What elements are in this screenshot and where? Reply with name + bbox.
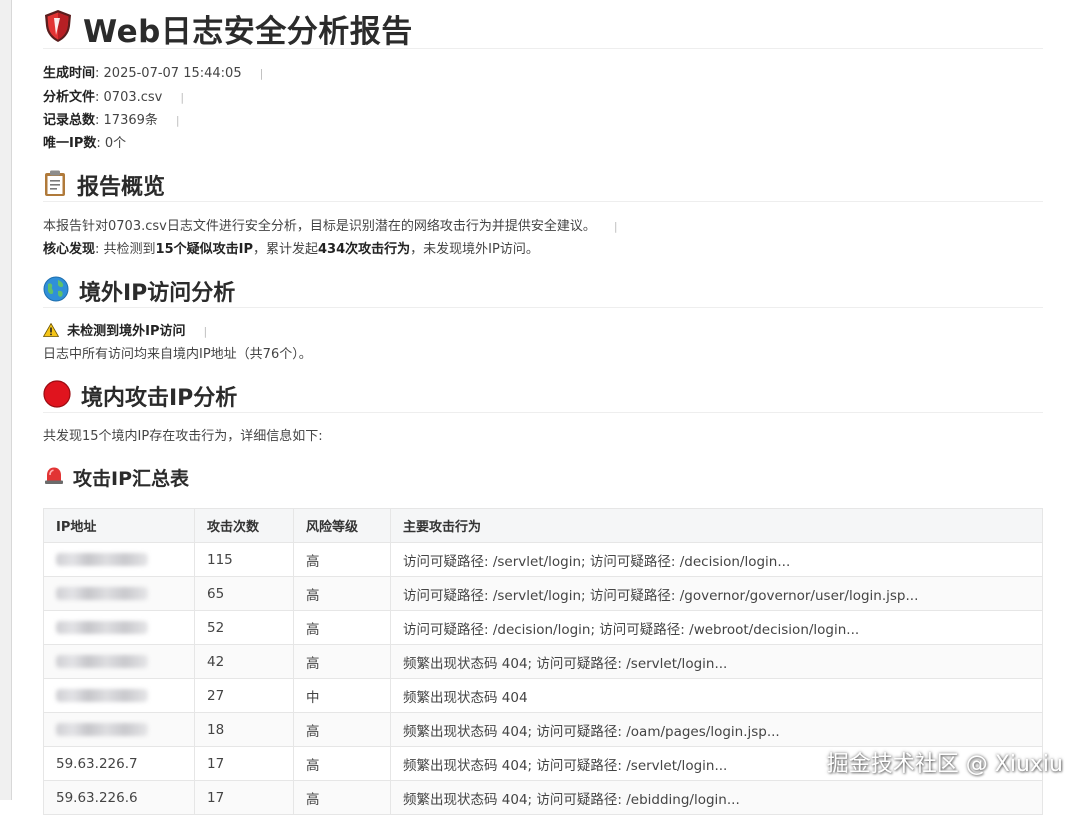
meta-record-count: 记录总数: 17369条 | [43,113,180,128]
ip-cell [43,542,195,577]
redacted-ip [56,553,148,566]
ip-cell [43,712,195,747]
column-header-risk[interactable]: 风险等级 [293,508,391,543]
count-cell: 42 [194,644,294,679]
table-row: 42 高 频繁出现状态码 404; 访问可疑路径: /servlet/login… [43,644,1043,679]
redacted-ip [56,723,148,736]
count-cell: 17 [194,780,294,815]
meta-value: : 2025-07-07 15:44:05 [95,66,242,81]
ip-cell [43,610,195,645]
finding-text: : 共检测到 [95,242,156,257]
risk-cell: 高 [293,610,391,645]
table-row: 52 高 访问可疑路径: /decision/login; 访问可疑路径: /w… [43,610,1043,645]
meta-generated-time: 生成时间: 2025-07-07 15:44:05 | [43,66,264,81]
warning-icon [42,322,63,339]
column-header-ip[interactable]: IP地址 [43,508,195,543]
finding-attack-count: 434次攻击行为 [318,242,411,257]
foreign-warning: 未检测到境外IP访问 | [42,322,207,342]
siren-icon [43,465,65,489]
column-header-behavior[interactable]: 主要攻击行为 [390,508,1043,543]
behavior-cell: 访问可疑路径: /servlet/login; 访问可疑路径: /governo… [390,576,1043,611]
watermark: 掘金技术社区 @ Xiuxiu [826,752,1063,777]
column-header-count[interactable]: 攻击次数 [194,508,294,543]
meta-label: 唯一IP数 [43,136,97,151]
risk-cell: 高 [293,576,391,611]
ip-cell [43,678,195,713]
meta-value: : 0个 [96,136,127,151]
risk-cell: 高 [293,542,391,577]
ip-cell [43,576,195,611]
domestic-intro: 共发现15个境内IP存在攻击行为，详细信息如下: [43,429,323,444]
table-header-row: IP地址 攻击次数 风险等级 主要攻击行为 [43,508,1043,543]
section-foreign-heading: 境外IP访问分析 [43,275,1043,308]
risk-cell: 高 [293,780,391,815]
behavior-cell: 频繁出现状态码 404; 访问可疑路径: /servlet/login... [390,644,1043,679]
overview-intro: 本报告针对0703.csv日志文件进行安全分析，目标是识别潜在的网络攻击行为并提… [43,219,618,234]
table-row: 65 高 访问可疑路径: /servlet/login; 访问可疑路径: /go… [43,576,1043,611]
meta-value: : 17369条 [95,113,158,128]
meta-analysis-file: 分析文件: 0703.csv | [43,90,185,105]
table-row: 59.63.226.6 17 高 频繁出现状态码 404; 访问可疑路径: /e… [43,780,1043,815]
count-cell: 17 [194,746,294,781]
section-domestic-heading: 境内攻击IP分析 [43,380,1043,413]
behavior-cell: 访问可疑路径: /decision/login; 访问可疑路径: /webroo… [390,610,1043,645]
redacted-ip [56,621,148,634]
report-title-text: Web日志安全分析报告 [83,13,413,50]
window-edge [0,0,12,800]
count-cell: 18 [194,712,294,747]
ip-cell [43,644,195,679]
section-summary-heading: 攻击IP汇总表 [43,463,189,491]
shield-icon [43,9,73,47]
behavior-cell: 频繁出现状态码 404; 访问可疑路径: /ebidding/login... [390,780,1043,815]
behavior-cell: 频繁出现状态码 404 [390,678,1043,713]
count-cell: 52 [194,610,294,645]
globe-icon [43,276,69,306]
ip-cell: 59.63.226.7 [43,746,195,781]
section-title: 境内攻击IP分析 [81,386,238,411]
redacted-ip [56,655,148,668]
risk-cell: 中 [293,678,391,713]
table-row: 115 高 访问可疑路径: /servlet/login; 访问可疑路径: /d… [43,542,1043,577]
risk-cell: 高 [293,746,391,781]
meta-label: 分析文件 [43,90,96,105]
meta-value: : 0703.csv [95,90,163,105]
ip-cell: 59.63.226.6 [43,780,195,815]
risk-cell: 高 [293,712,391,747]
section-title: 报告概览 [77,175,166,200]
count-cell: 27 [194,678,294,713]
table-row: 27 中 频繁出现状态码 404 [43,678,1043,713]
count-cell: 115 [194,542,294,577]
finding-text: ，累计发起 [253,242,319,257]
risk-cell: 高 [293,644,391,679]
meta-label: 生成时间 [43,66,96,81]
redacted-ip [56,689,148,702]
table-row: 18 高 频繁出现状态码 404; 访问可疑路径: /oam/pages/log… [43,712,1043,747]
foreign-warning-text: 未检测到境外IP访问 [67,324,186,339]
count-cell: 65 [194,576,294,611]
report-title: Web日志安全分析报告 [43,8,1043,50]
behavior-cell: 访问可疑路径: /servlet/login; 访问可疑路径: /decisio… [390,542,1043,577]
meta-unique-ip: 唯一IP数: 0个 [43,134,126,154]
red-circle-icon [43,380,71,412]
overview-intro-text: 本报告针对0703.csv日志文件进行安全分析，目标是识别潜在的网络攻击行为并提… [43,219,596,234]
finding-attack-ip-count: 15个疑似攻击IP [155,242,253,257]
section-title: 境外IP访问分析 [79,281,236,306]
finding-text: ，未发现境外IP访问。 [410,242,539,257]
section-title: 攻击IP汇总表 [73,467,189,490]
meta-label: 记录总数 [43,113,96,128]
behavior-cell: 频繁出现状态码 404; 访问可疑路径: /oam/pages/login.js… [390,712,1043,747]
overview-finding: 核心发现: 共检测到15个疑似攻击IP，累计发起434次攻击行为，未发现境外IP… [43,240,539,260]
foreign-detail: 日志中所有访问均来自境内IP地址（共76个）。 [43,347,312,362]
clipboard-icon [43,169,67,201]
section-overview-heading: 报告概览 [43,169,1043,202]
redacted-ip [56,587,148,600]
finding-label: 核心发现 [43,242,96,257]
